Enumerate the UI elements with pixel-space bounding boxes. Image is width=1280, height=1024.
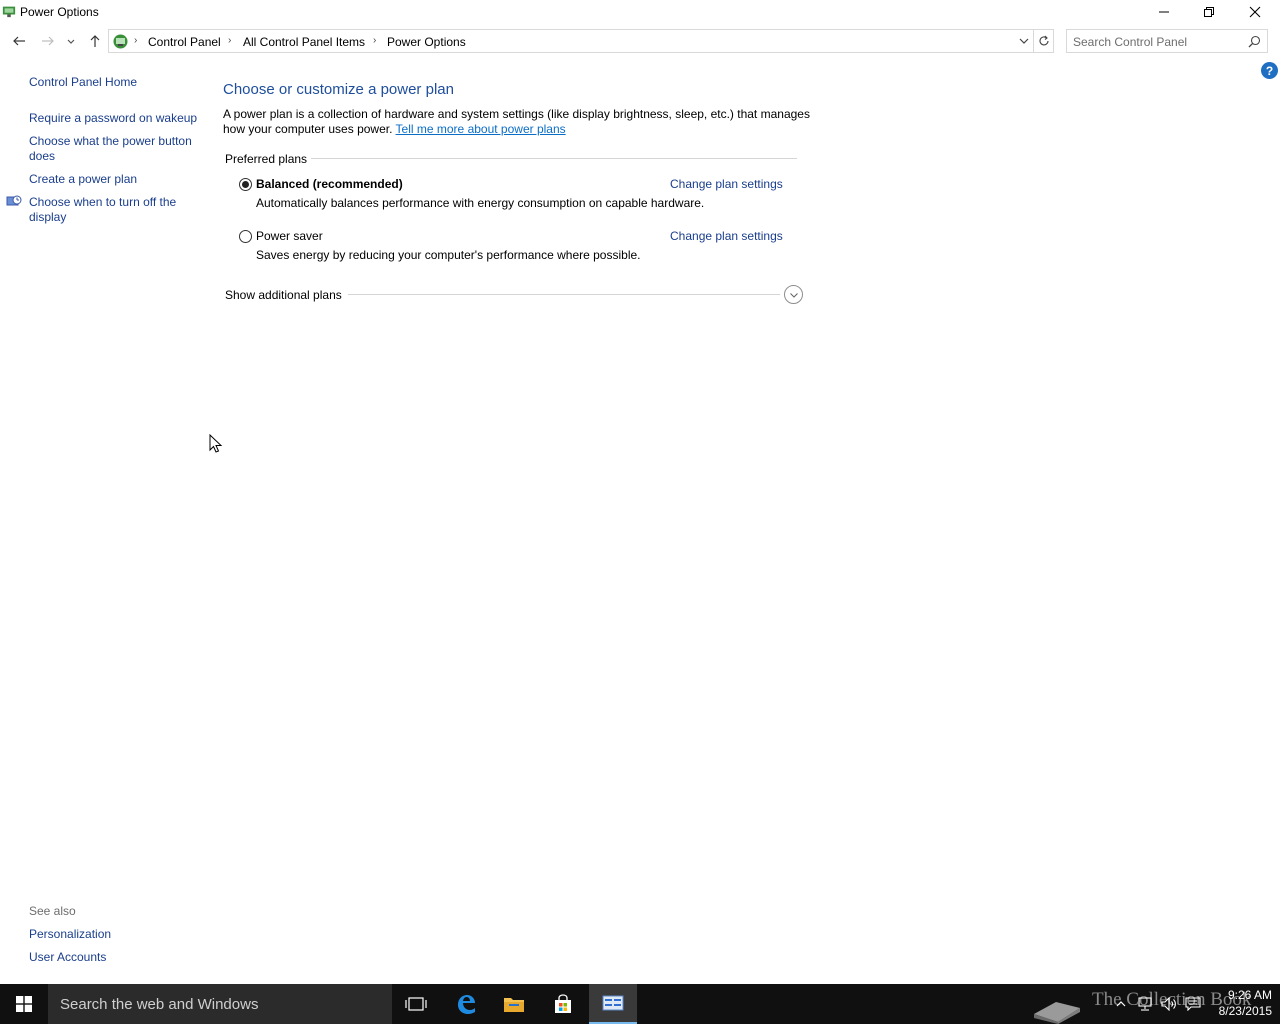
require-password-link[interactable]: Require a password on wakeup [29, 111, 199, 126]
refresh-icon [1039, 35, 1049, 46]
minimize-button[interactable] [1141, 0, 1187, 24]
refresh-button[interactable] [1034, 29, 1054, 53]
network-icon [1138, 997, 1152, 1011]
control-panel-home-link[interactable]: Control Panel Home [29, 75, 199, 90]
search-input[interactable] [1073, 34, 1243, 49]
clock-time: 9:26 AM [1227, 988, 1272, 1002]
breadcrumb-all-items[interactable]: All Control Panel Items [243, 35, 365, 49]
notification-icon [1185, 997, 1201, 1011]
power-saver-radio[interactable] [239, 230, 252, 243]
change-plan-settings-balanced[interactable]: Change plan settings [670, 177, 783, 191]
power-button-link[interactable]: Choose what the power button does [29, 134, 199, 164]
edge-button[interactable] [442, 984, 490, 1024]
page-title: Choose or customize a power plan [223, 81, 454, 98]
plan-description-balanced: Automatically balances performance with … [256, 196, 705, 210]
task-view-button[interactable] [392, 984, 440, 1024]
create-power-plan-link[interactable]: Create a power plan [29, 172, 199, 187]
see-also-heading: See also [29, 904, 76, 918]
search-box[interactable] [1066, 29, 1268, 53]
book-logo-icon [1034, 1002, 1080, 1024]
chevron-up-icon [1116, 1001, 1126, 1007]
address-bar[interactable]: › Control Panel › All Control Panel Item… [108, 29, 1034, 53]
chevron-down-icon [789, 292, 798, 298]
forward-button[interactable] [38, 31, 58, 51]
file-explorer-button[interactable] [490, 984, 538, 1024]
turn-off-display-link[interactable]: Choose when to turn off the display [29, 195, 199, 225]
window-title: Power Options [20, 5, 99, 19]
arrow-left-icon [13, 36, 25, 46]
breadcrumb-power-options[interactable]: Power Options [387, 35, 466, 49]
start-button[interactable] [0, 984, 48, 1024]
search-icon[interactable] [1248, 35, 1261, 48]
close-icon [1249, 6, 1261, 18]
change-plan-settings-power-saver[interactable]: Change plan settings [670, 229, 783, 243]
mouse-cursor-icon [209, 434, 223, 453]
taskbar-search-box[interactable]: Search the web and Windows [48, 984, 392, 1024]
breadcrumb-separator: › [134, 35, 138, 46]
help-button[interactable]: ? [1261, 62, 1278, 79]
back-button[interactable] [9, 31, 29, 51]
taskbar-clock[interactable]: 9:26 AM 8/23/2015 [1208, 987, 1272, 1019]
preferred-plans-heading: Preferred plans [225, 152, 308, 166]
breadcrumb-control-panel[interactable]: Control Panel [148, 35, 221, 49]
show-additional-plans-label[interactable]: Show additional plans [225, 288, 342, 302]
task-view-icon [405, 997, 427, 1011]
control-panel-icon [602, 995, 624, 1011]
store-button[interactable] [539, 984, 587, 1024]
speaker-icon [1161, 997, 1176, 1011]
action-center-button[interactable] [1182, 984, 1204, 1024]
up-button[interactable] [85, 31, 105, 51]
power-options-icon [2, 6, 16, 18]
title-bar: Power Options [0, 0, 1280, 24]
restore-icon [1204, 7, 1214, 17]
control-panel-icon [113, 34, 128, 49]
divider [311, 158, 797, 159]
restore-button[interactable] [1186, 0, 1232, 24]
plan-description-power-saver: Saves energy by reducing your computer's… [256, 248, 641, 262]
navigation-bar: › Control Panel › All Control Panel Item… [0, 28, 1280, 54]
breadcrumb-separator: › [228, 35, 232, 46]
learn-more-link[interactable]: Tell me more about power plans [396, 122, 566, 136]
network-button[interactable] [1134, 984, 1156, 1024]
plan-name-balanced[interactable]: Balanced (recommended) [256, 177, 403, 191]
balanced-radio[interactable] [239, 178, 252, 191]
recent-locations-button[interactable] [63, 31, 79, 51]
folder-icon [504, 998, 524, 1012]
show-hidden-icons-button[interactable] [1112, 984, 1130, 1024]
arrow-up-icon [90, 35, 100, 47]
store-bag-icon [555, 994, 571, 1013]
volume-button[interactable] [1158, 984, 1180, 1024]
chevron-down-icon [67, 39, 75, 44]
windows-logo-icon [16, 996, 32, 1012]
clock-date: 8/23/2015 [1218, 1004, 1272, 1018]
arrow-right-icon [42, 36, 54, 46]
taskbar: Search the web and Windows The Collectio… [0, 984, 1280, 1024]
close-button[interactable] [1232, 0, 1278, 24]
chevron-down-icon[interactable] [1017, 34, 1031, 48]
control-panel-taskbar-button[interactable] [589, 984, 637, 1024]
edge-browser-icon [458, 995, 475, 1014]
user-accounts-link[interactable]: User Accounts [29, 950, 199, 965]
minimize-icon [1159, 11, 1169, 13]
display-clock-icon [6, 195, 22, 206]
intro-text: A power plan is a collection of hardware… [223, 107, 813, 137]
plan-name-power-saver[interactable]: Power saver [256, 229, 323, 243]
personalization-link[interactable]: Personalization [29, 927, 199, 942]
taskbar-search-text: Search the web and Windows [60, 996, 259, 1013]
divider [348, 294, 780, 295]
breadcrumb-separator: › [373, 35, 377, 46]
expand-additional-plans-button[interactable] [784, 285, 803, 304]
